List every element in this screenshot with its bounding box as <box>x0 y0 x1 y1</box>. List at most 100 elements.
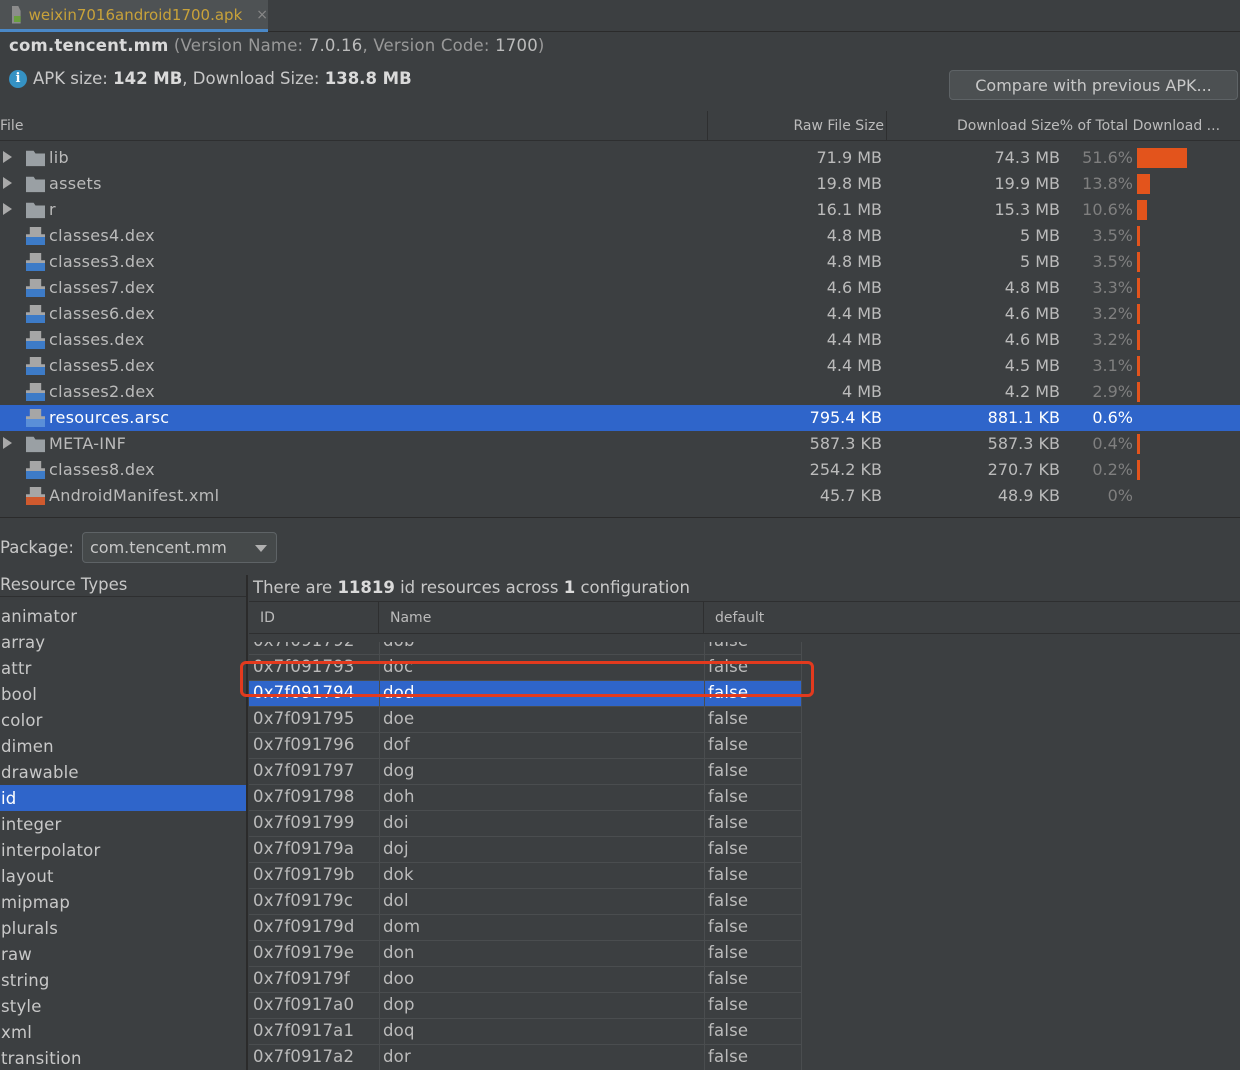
resource-default: false <box>708 657 749 676</box>
resource-type-item[interactable]: attr <box>0 655 246 681</box>
column-divider <box>801 811 802 837</box>
column-divider <box>801 785 802 811</box>
resource-default: false <box>708 891 749 910</box>
resource-row[interactable]: 0x7f0917a2 dor false <box>249 1045 802 1070</box>
percent-total: 3.5% <box>1092 252 1133 271</box>
resource-id: 0x7f091799 <box>253 813 355 832</box>
file-name: classes.dex <box>49 330 145 349</box>
column-divider <box>704 889 705 915</box>
file-row[interactable]: classes5.dex 4.4 MB 4.5 MB 3.1% <box>0 353 1240 379</box>
expand-arrow-icon[interactable] <box>3 203 12 215</box>
resource-row[interactable]: 0x7f091796 dof false <box>249 733 802 759</box>
apk-tab[interactable]: weixin7016android1700.apk × <box>0 0 268 32</box>
file-row[interactable]: classes6.dex 4.4 MB 4.6 MB 3.2% <box>0 301 1240 327</box>
resource-type-item[interactable]: animator <box>0 603 246 629</box>
resource-splitter[interactable] <box>246 575 248 1070</box>
column-divider <box>704 733 705 759</box>
column-name[interactable]: Name <box>379 602 704 634</box>
resource-name: dol <box>383 891 409 910</box>
download-size: 4.6 MB <box>1004 304 1060 323</box>
resource-id: 0x7f0917a0 <box>253 995 355 1014</box>
resource-row[interactable]: 0x7f09179e don false <box>249 941 802 967</box>
resource-table: ID Name default 0x7f091792dobfalse0x7f09… <box>249 601 1240 1070</box>
resource-row[interactable]: 0x7f09179b dok false <box>249 863 802 889</box>
resource-default: false <box>708 839 749 858</box>
resource-type-item[interactable]: xml <box>0 1019 246 1045</box>
resource-type-item[interactable]: dimen <box>0 733 246 759</box>
column-default[interactable]: default <box>704 602 1240 634</box>
resource-row[interactable]: 0x7f09179a doj false <box>249 837 802 863</box>
resource-name: doo <box>383 969 415 988</box>
raw-size: 16.1 MB <box>816 200 883 219</box>
resource-type-item[interactable]: id <box>0 785 246 811</box>
resource-row[interactable]: 0x7f091795 doe false <box>249 707 802 733</box>
file-row[interactable]: classes8.dex 254.2 KB 270.7 KB 0.2% <box>0 457 1240 483</box>
column-divider <box>704 811 705 837</box>
resource-name: don <box>383 943 415 962</box>
expand-arrow-icon[interactable] <box>3 177 12 189</box>
resource-type-item[interactable]: raw <box>0 941 246 967</box>
resource-type-item[interactable]: plurals <box>0 915 246 941</box>
resource-row[interactable]: 0x7f091797 dog false <box>249 759 802 785</box>
resource-type-item[interactable]: array <box>0 629 246 655</box>
resource-row[interactable]: 0x7f091799 doi false <box>249 811 802 837</box>
file-row[interactable]: META-INF 587.3 KB 587.3 KB 0.4% <box>0 431 1240 457</box>
resource-type-item[interactable]: layout <box>0 863 246 889</box>
raw-size: 4.6 MB <box>826 278 882 297</box>
file-row[interactable]: classes3.dex 4.8 MB 5 MB 3.5% <box>0 249 1240 275</box>
file-row[interactable]: classes7.dex 4.6 MB 4.8 MB 3.3% <box>0 275 1240 301</box>
close-icon[interactable]: × <box>256 7 268 23</box>
file-row[interactable]: classes.dex 4.4 MB 4.6 MB 3.2% <box>0 327 1240 353</box>
resource-count: 11819 <box>337 578 395 597</box>
package-dropdown[interactable]: com.tencent.mm <box>82 532 277 563</box>
resource-row[interactable]: 0x7f09179f doo false <box>249 967 802 993</box>
resource-type-item[interactable]: style <box>0 993 246 1019</box>
file-row[interactable]: classes4.dex 4.8 MB 5 MB 3.5% <box>0 223 1240 249</box>
size-bar <box>1137 330 1140 350</box>
compare-apk-button[interactable]: Compare with previous APK... <box>949 70 1238 100</box>
file-row[interactable]: resources.arsc 795.4 KB 881.1 KB 0.6% <box>0 405 1240 431</box>
raw-size: 4.8 MB <box>826 226 882 245</box>
resource-name: dop <box>383 995 415 1014</box>
resource-row[interactable]: 0x7f09179d dom false <box>249 915 802 941</box>
resource-row[interactable]: 0x7f091792 dob false <box>249 642 802 655</box>
column-divider <box>379 941 380 967</box>
dex-file-icon <box>26 357 45 375</box>
percent-total: 3.3% <box>1092 278 1133 297</box>
column-divider <box>704 785 705 811</box>
resource-type-item[interactable]: mipmap <box>0 889 246 915</box>
resource-default: false <box>708 813 749 832</box>
column-divider <box>704 863 705 889</box>
resource-type-item[interactable]: bool <box>0 681 246 707</box>
summary-prefix: There are <box>253 578 338 597</box>
file-row[interactable]: classes2.dex 4 MB 4.2 MB 2.9% <box>0 379 1240 405</box>
expand-arrow-icon[interactable] <box>3 437 12 449</box>
resource-row[interactable]: 0x7f091798 doh false <box>249 785 802 811</box>
column-file[interactable]: File <box>0 111 708 141</box>
file-row[interactable]: AndroidManifest.xml 45.7 KB 48.9 KB 0% <box>0 483 1240 509</box>
resource-row[interactable]: 0x7f091794 dod false <box>249 681 802 707</box>
column-download-size[interactable]: Download Size% of Total Download ... <box>887 111 1240 141</box>
expand-arrow-icon[interactable] <box>3 151 12 163</box>
column-raw-size[interactable]: Raw File Size <box>708 111 887 141</box>
resource-type-item[interactable]: drawable <box>0 759 246 785</box>
column-id[interactable]: ID <box>249 602 379 634</box>
file-row[interactable]: assets 19.8 MB 19.9 MB 13.8% <box>0 171 1240 197</box>
resource-row[interactable]: 0x7f091793 doc false <box>249 655 802 681</box>
resource-type-item[interactable]: interpolator <box>0 837 246 863</box>
resource-type-item[interactable]: integer <box>0 811 246 837</box>
file-row[interactable]: lib 71.9 MB 74.3 MB 51.6% <box>0 145 1240 171</box>
percent-total: 3.5% <box>1092 226 1133 245</box>
resource-type-item[interactable]: color <box>0 707 246 733</box>
percent-total: 0.4% <box>1092 434 1133 453</box>
resource-type-item[interactable]: string <box>0 967 246 993</box>
resource-row[interactable]: 0x7f0917a1 doq false <box>249 1019 802 1045</box>
column-divider <box>704 759 705 785</box>
resource-name: doj <box>383 839 409 858</box>
resource-row[interactable]: 0x7f09179c dol false <box>249 889 802 915</box>
column-divider <box>801 642 802 654</box>
resource-row[interactable]: 0x7f0917a0 dop false <box>249 993 802 1019</box>
panel-divider[interactable] <box>0 517 1240 518</box>
file-row[interactable]: r 16.1 MB 15.3 MB 10.6% <box>0 197 1240 223</box>
resource-type-item[interactable]: transition <box>0 1045 246 1070</box>
